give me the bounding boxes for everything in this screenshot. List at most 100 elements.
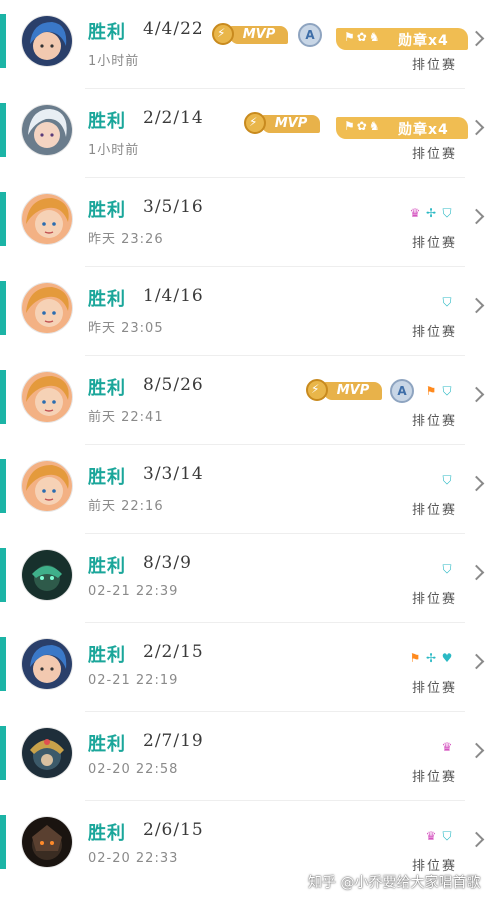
- game-mode: 排位赛: [411, 236, 457, 251]
- achievement-icons: ⚑ ✢ ♥: [408, 651, 454, 667]
- match-row[interactable]: 胜利 2/7/19 02-20 22:58 排位赛 ♛: [0, 712, 500, 801]
- game-mode: 排位赛: [411, 58, 457, 73]
- chevron-right-icon[interactable]: [468, 386, 485, 403]
- match-row[interactable]: 胜利 1/4/16 昨天 23:05 排位赛 ⛉: [0, 267, 500, 356]
- kda-score: 4/4/22: [143, 19, 204, 39]
- chevron-right-icon[interactable]: [468, 564, 485, 581]
- mvp-label: MVP: [230, 26, 288, 44]
- hero-avatar: [22, 461, 72, 511]
- hero-blonde-portrait: [22, 283, 72, 333]
- chevron-right-icon[interactable]: [468, 297, 485, 314]
- game-mode: 排位赛: [411, 681, 457, 696]
- hero-avatar: [22, 16, 72, 66]
- chevron-right-icon[interactable]: [468, 119, 485, 136]
- chevron-right-icon[interactable]: [468, 475, 485, 492]
- match-time: 02-20 22:58: [88, 762, 179, 777]
- hero-white-hair-portrait: [22, 105, 72, 155]
- achievement-icons: ♛ ⛉: [424, 829, 454, 845]
- match-time: 1小时前: [88, 143, 140, 158]
- medal-icons: ⚑✿♞: [344, 119, 382, 133]
- game-mode: 排位赛: [411, 147, 457, 162]
- chevron-right-icon[interactable]: [468, 742, 485, 759]
- hero-green-mask-portrait: [22, 550, 72, 600]
- achievement-icons: ⛉: [440, 562, 454, 578]
- hero-avatar: [22, 639, 72, 689]
- hero-blue-hair-portrait: [22, 16, 72, 66]
- victory-indicator-bar: [0, 637, 6, 691]
- victory-indicator-bar: [0, 103, 6, 157]
- chevron-right-icon[interactable]: [468, 208, 485, 225]
- kda-score: 1/4/16: [143, 286, 204, 306]
- match-row[interactable]: 胜利 8/3/9 02-21 22:39 排位赛 ⛉: [0, 534, 500, 623]
- game-mode: 排位赛: [411, 503, 457, 518]
- crown-icon: ♛: [425, 829, 437, 843]
- match-time: 昨天 23:26: [88, 232, 164, 247]
- game-mode: 排位赛: [411, 770, 457, 785]
- chevron-right-icon[interactable]: [468, 30, 485, 47]
- flag-icon: ⚑: [425, 384, 437, 398]
- hero-ornate-helmet-portrait: [22, 728, 72, 778]
- victory-indicator-bar: [0, 370, 6, 424]
- victory-indicator-bar: [0, 192, 6, 246]
- hero-avatar: [22, 728, 72, 778]
- victory-indicator-bar: [0, 281, 6, 335]
- match-result: 胜利: [88, 467, 126, 488]
- game-mode: 排位赛: [411, 592, 457, 607]
- hero-blonde-portrait: [22, 194, 72, 244]
- shield-icon: ⛉: [442, 562, 452, 576]
- match-result: 胜利: [88, 22, 126, 43]
- match-result: 胜利: [88, 289, 126, 310]
- chevron-right-icon[interactable]: [468, 831, 485, 848]
- match-row[interactable]: 胜利 4/4/221小时前 排位赛 MVP A ⚑✿♞ 勋章x4: [0, 0, 500, 89]
- mvp-badge: MVP: [212, 23, 290, 47]
- achievement-icons: ♛: [440, 740, 454, 756]
- match-result: 胜利: [88, 378, 126, 399]
- match-row[interactable]: 胜利 3/3/14 前天 22:16 排位赛 ⛉: [0, 445, 500, 534]
- match-time: 1小时前: [88, 54, 140, 69]
- shield-icon: ⛉: [442, 829, 452, 843]
- watermark: 知乎 @小乔要给大家唱首歌: [308, 875, 481, 891]
- chevron-right-icon[interactable]: [468, 653, 485, 670]
- medal-label: 勋章x4: [398, 122, 449, 138]
- mvp-badge: MVP: [244, 112, 322, 136]
- grade-badge: A: [298, 23, 322, 47]
- match-history-list: 胜利4/4/221小时前排位赛MVPA⚑✿♞勋章x4胜利2/2/141小时前排位…: [0, 0, 500, 890]
- lightning-icon: [212, 23, 234, 45]
- match-result: 胜利: [88, 111, 126, 132]
- kda-score: 3/3/14: [143, 464, 204, 484]
- shield-icon: ⛉: [442, 206, 452, 220]
- kda-score: 2/2/15: [143, 642, 204, 662]
- match-time: 02-21 22:19: [88, 673, 179, 688]
- hero-blonde-portrait: [22, 372, 72, 422]
- kda-score: 2/6/15: [143, 820, 204, 840]
- kda-score: 8/3/9: [143, 553, 192, 573]
- hero-avatar: [22, 817, 72, 867]
- victory-indicator-bar: [0, 14, 6, 68]
- kda-score: 2/7/19: [143, 731, 204, 751]
- victory-indicator-bar: [0, 815, 6, 869]
- match-result: 胜利: [88, 823, 126, 844]
- match-row[interactable]: 胜利 2/2/141小时前 排位赛 MVP ⚑✿♞ 勋章x4: [0, 89, 500, 178]
- hero-blonde-portrait: [22, 461, 72, 511]
- heart-icon: ♥: [441, 651, 453, 665]
- achievement-icons: ♛ ✢ ⛉: [408, 206, 454, 222]
- match-time: 前天 22:16: [88, 499, 164, 514]
- match-row[interactable]: 胜利 3/5/16 昨天 23:26 排位赛 ♛ ✢ ⛉: [0, 178, 500, 267]
- hero-avatar: [22, 283, 72, 333]
- shield-icon: ⛉: [442, 473, 452, 487]
- victory-indicator-bar: [0, 726, 6, 780]
- shield-icon: ⛉: [442, 295, 452, 309]
- flag-icon: ⚑: [409, 651, 421, 665]
- kda-score: 3/5/16: [143, 197, 204, 217]
- medal-label: 勋章x4: [398, 33, 449, 49]
- match-result: 胜利: [88, 200, 126, 221]
- crown-icon: ♛: [409, 206, 421, 220]
- medal-badge: ⚑✿♞ 勋章x4: [336, 28, 468, 50]
- match-row[interactable]: 胜利8/5/26前天 22:41排位赛MVPA⚑⛉: [0, 356, 500, 445]
- bow-icon: ✢: [425, 206, 437, 220]
- match-row[interactable]: 胜利 2/2/15 02-21 22:19 排位赛 ⚑ ✢ ♥: [0, 623, 500, 712]
- match-result: 胜利: [88, 734, 126, 755]
- shield-icon: ⛉: [442, 384, 452, 398]
- game-mode: 排位赛: [411, 414, 457, 429]
- match-time: 昨天 23:05: [88, 321, 164, 336]
